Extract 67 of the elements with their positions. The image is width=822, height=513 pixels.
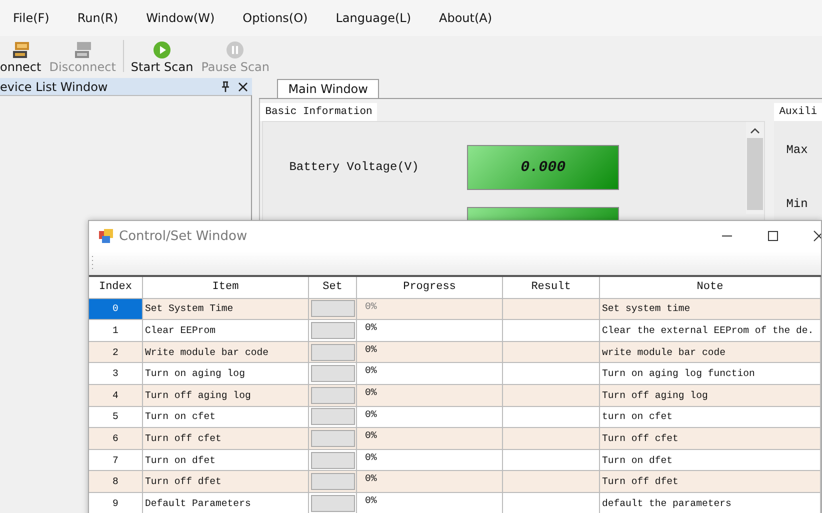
field-label: Min — [786, 197, 809, 211]
menu-item[interactable]: Window(W) — [143, 9, 218, 27]
group-tab[interactable]: Basic Information — [260, 103, 378, 121]
pin-icon — [221, 81, 230, 92]
computer-icon — [12, 41, 30, 59]
menu-item[interactable]: File(F) — [10, 9, 52, 27]
scroll-thumb[interactable] — [747, 138, 764, 210]
table-cell: 0% — [357, 342, 503, 364]
app-icon — [98, 228, 114, 244]
play-icon — [153, 41, 172, 59]
menu-item[interactable]: Run(R) — [74, 9, 122, 27]
table-cell: 0% — [357, 320, 503, 342]
field-label: Max — [786, 143, 809, 157]
menu-item[interactable]: Language(L) — [332, 9, 414, 27]
value-display: 0.000 — [467, 144, 620, 190]
menu-item[interactable]: About(A) — [436, 9, 496, 27]
table-cell: Set system time — [600, 298, 821, 320]
table-cell: Clear EEProm — [143, 320, 309, 342]
toolbar-button[interactable]: Start Scan — [126, 41, 198, 74]
table-cell: Set System Time — [143, 298, 309, 320]
table-cell: Default Parameters — [143, 492, 309, 513]
table-cell: 0% — [357, 450, 503, 472]
table-cell: Turn off dfet — [143, 471, 309, 493]
scrollbar[interactable] — [746, 122, 764, 214]
table-cell[interactable]: 2 — [89, 342, 143, 364]
table-cell: 0% — [357, 298, 503, 320]
toolbar-button[interactable]: onnect — [0, 41, 46, 74]
table-cell: write module bar code — [600, 342, 821, 364]
table-cell[interactable]: 6 — [89, 428, 143, 450]
pause-icon — [226, 41, 244, 59]
table-cell: Turn off cfet — [600, 428, 821, 450]
table-cell: Turn off aging log — [143, 384, 309, 407]
table-cell: Turn off cfet — [143, 428, 309, 450]
table-cell: Turn off aging log — [600, 384, 821, 407]
table-cell[interactable]: 1 — [89, 320, 143, 342]
table-cell: turn on cfet — [600, 406, 821, 428]
tab[interactable]: Main Window — [277, 79, 379, 98]
window-title: Control/Set Window — [119, 228, 248, 244]
table-cell: 0% — [357, 363, 503, 385]
table-cell: 0% — [357, 471, 503, 493]
table-cell[interactable]: 4 — [89, 384, 143, 407]
table-cell[interactable]: 8 — [89, 471, 143, 493]
table-cell[interactable]: 5 — [89, 406, 143, 428]
table-cell: 0% — [357, 384, 503, 407]
table-cell: 0% — [357, 428, 503, 450]
close-icon — [238, 82, 248, 92]
menu-item[interactable]: Options(O) — [240, 9, 311, 27]
group-tab[interactable]: Auxili — [774, 103, 822, 121]
scroll-up-icon — [750, 128, 760, 134]
close-icon — [813, 230, 821, 242]
table-cell[interactable]: 7 — [89, 450, 143, 472]
table-cell: Turn off dfet — [600, 471, 821, 493]
maximize-icon — [767, 230, 779, 242]
table-cell: 0% — [357, 406, 503, 428]
table-cell: Clear the external EEProm of the de. — [600, 320, 821, 342]
table-cell: Write module bar code — [143, 342, 309, 364]
table-cell: Turn on dfet — [600, 450, 821, 472]
field-label: Battery Voltage(V) — [288, 160, 420, 174]
computer-icon — [74, 41, 92, 59]
table-cell: Turn on dfet — [143, 450, 309, 472]
table-cell: Turn on cfet — [143, 406, 309, 428]
table-cell: Turn on aging log function — [600, 363, 821, 385]
table-cell: Turn on aging log — [143, 363, 309, 385]
table-cell: default the parameters — [600, 492, 821, 513]
table-cell[interactable]: 0 — [89, 298, 143, 320]
table-cell[interactable]: 3 — [89, 363, 143, 385]
panel-title: evice List Window — [0, 80, 108, 94]
